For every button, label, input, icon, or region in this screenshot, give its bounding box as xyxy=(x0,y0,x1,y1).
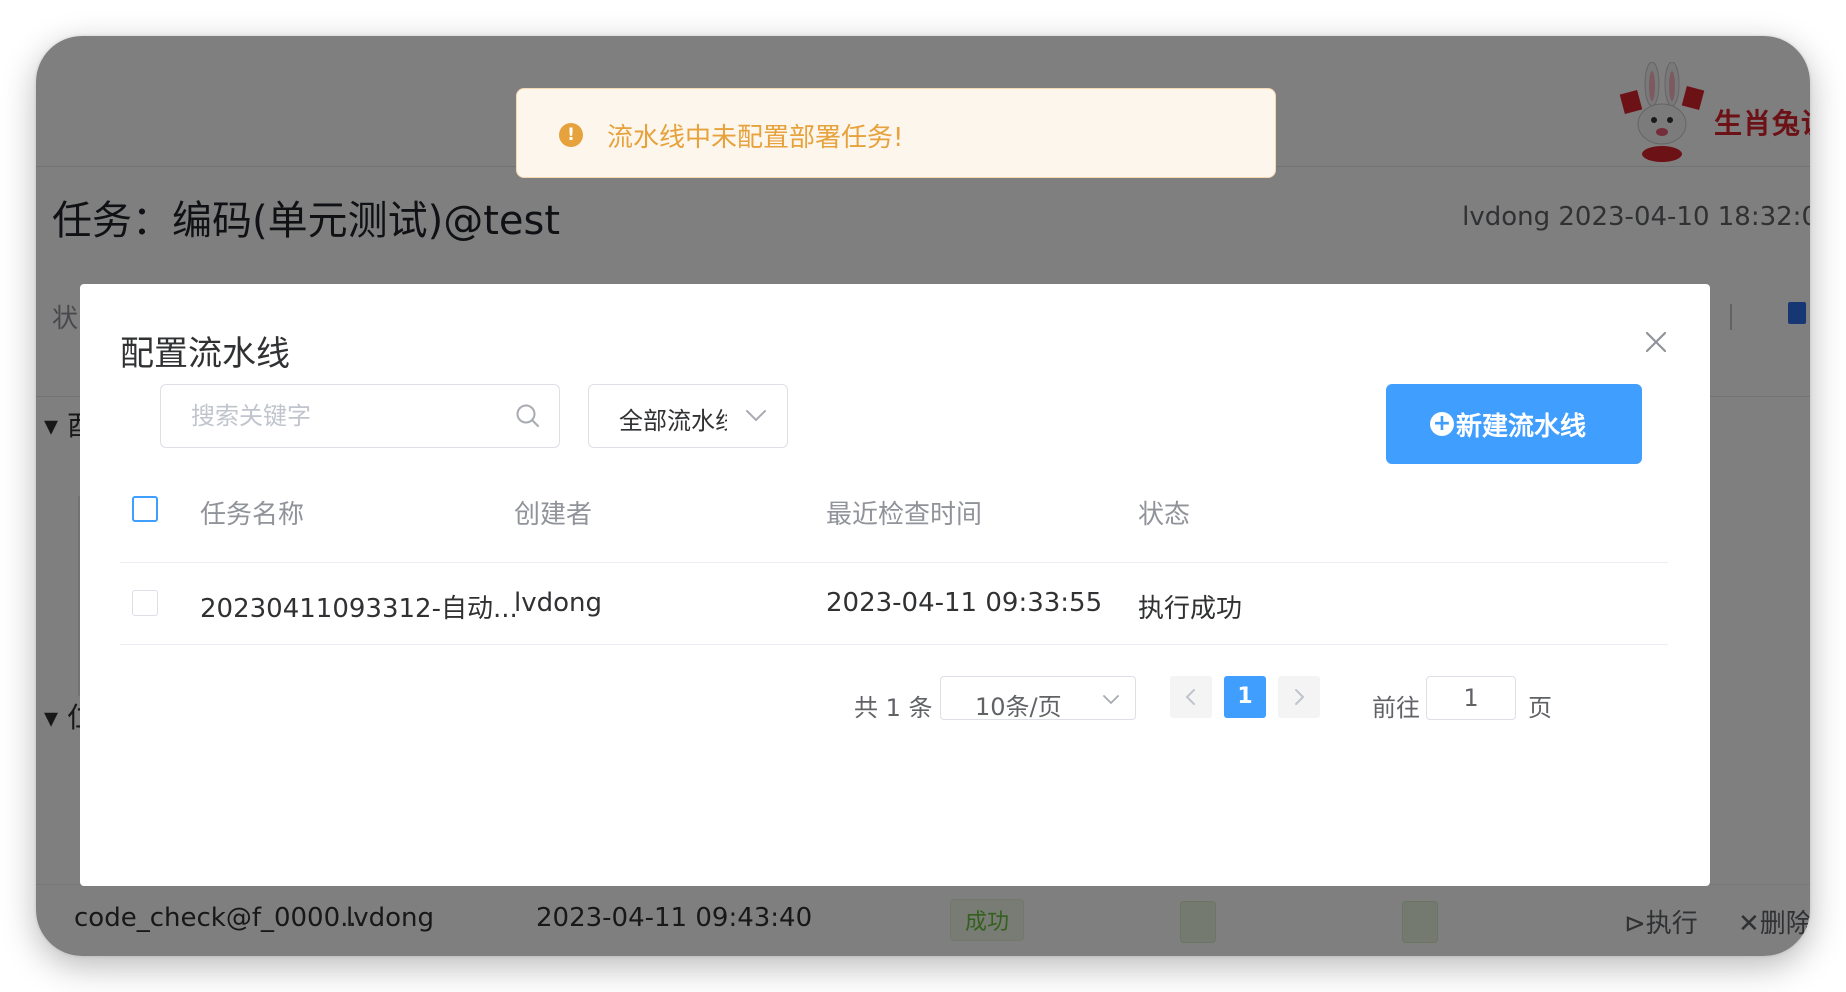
warning-icon: ! xyxy=(559,123,583,147)
new-pipeline-button[interactable]: + 新建流水线 xyxy=(1386,384,1642,464)
warning-toast: ! 流水线中未配置部署任务! xyxy=(516,88,1276,178)
column-header-time: 最近检查时间 xyxy=(826,500,983,530)
row-task-name: 20230411093312-自动... xyxy=(200,594,518,624)
column-header-status: 状态 xyxy=(1138,500,1191,530)
row-creator: lvdong xyxy=(514,588,603,618)
select-all-checkbox[interactable] xyxy=(132,496,158,522)
page-size-value: 10条/页 xyxy=(975,693,1062,721)
dialog-title: 配置流水线 xyxy=(120,334,290,374)
row-status: 执行成功 xyxy=(1138,594,1243,624)
search-field xyxy=(160,384,560,448)
select-value: 全部流水线 xyxy=(619,407,727,435)
close-icon[interactable] xyxy=(1640,326,1672,358)
search-icon[interactable] xyxy=(515,403,541,429)
table-divider xyxy=(120,562,1668,563)
column-header-name: 任务名称 xyxy=(200,500,305,530)
config-pipeline-dialog: 配置流水线 全部流水线 + 新建流水线 任务名称 创建者 最近检查时间 状态 xyxy=(80,284,1710,886)
pagination-total: 共 1 条 xyxy=(854,694,933,722)
row-checkbox[interactable] xyxy=(132,590,158,616)
toast-message: 流水线中未配置部署任务! xyxy=(607,123,904,153)
goto-label: 前往 xyxy=(1372,694,1420,722)
goto-page-input[interactable] xyxy=(1426,676,1516,720)
row-time: 2023-04-11 09:33:55 xyxy=(826,588,1103,618)
table-divider xyxy=(120,644,1668,645)
plus-circle-icon: + xyxy=(1430,412,1454,436)
goto-unit: 页 xyxy=(1528,694,1552,722)
next-page-button[interactable] xyxy=(1278,676,1320,718)
page-number-current[interactable]: 1 xyxy=(1224,676,1266,718)
window-frame: 生肖兔说 任务：编码(单元测试)@test lvdong 2023-04-10 … xyxy=(36,36,1810,956)
chevron-down-icon xyxy=(746,410,766,422)
column-header-creator: 创建者 xyxy=(514,500,593,530)
chevron-down-icon xyxy=(1103,695,1119,705)
page-size-select[interactable]: 10条/页 xyxy=(940,676,1136,721)
search-input[interactable] xyxy=(161,385,511,447)
chevron-right-icon xyxy=(1295,689,1305,705)
pipeline-filter-select[interactable]: 全部流水线 xyxy=(588,384,788,448)
new-pipeline-label: 新建流水线 xyxy=(1456,412,1587,442)
chevron-left-icon xyxy=(1185,689,1195,705)
prev-page-button[interactable] xyxy=(1170,676,1212,718)
